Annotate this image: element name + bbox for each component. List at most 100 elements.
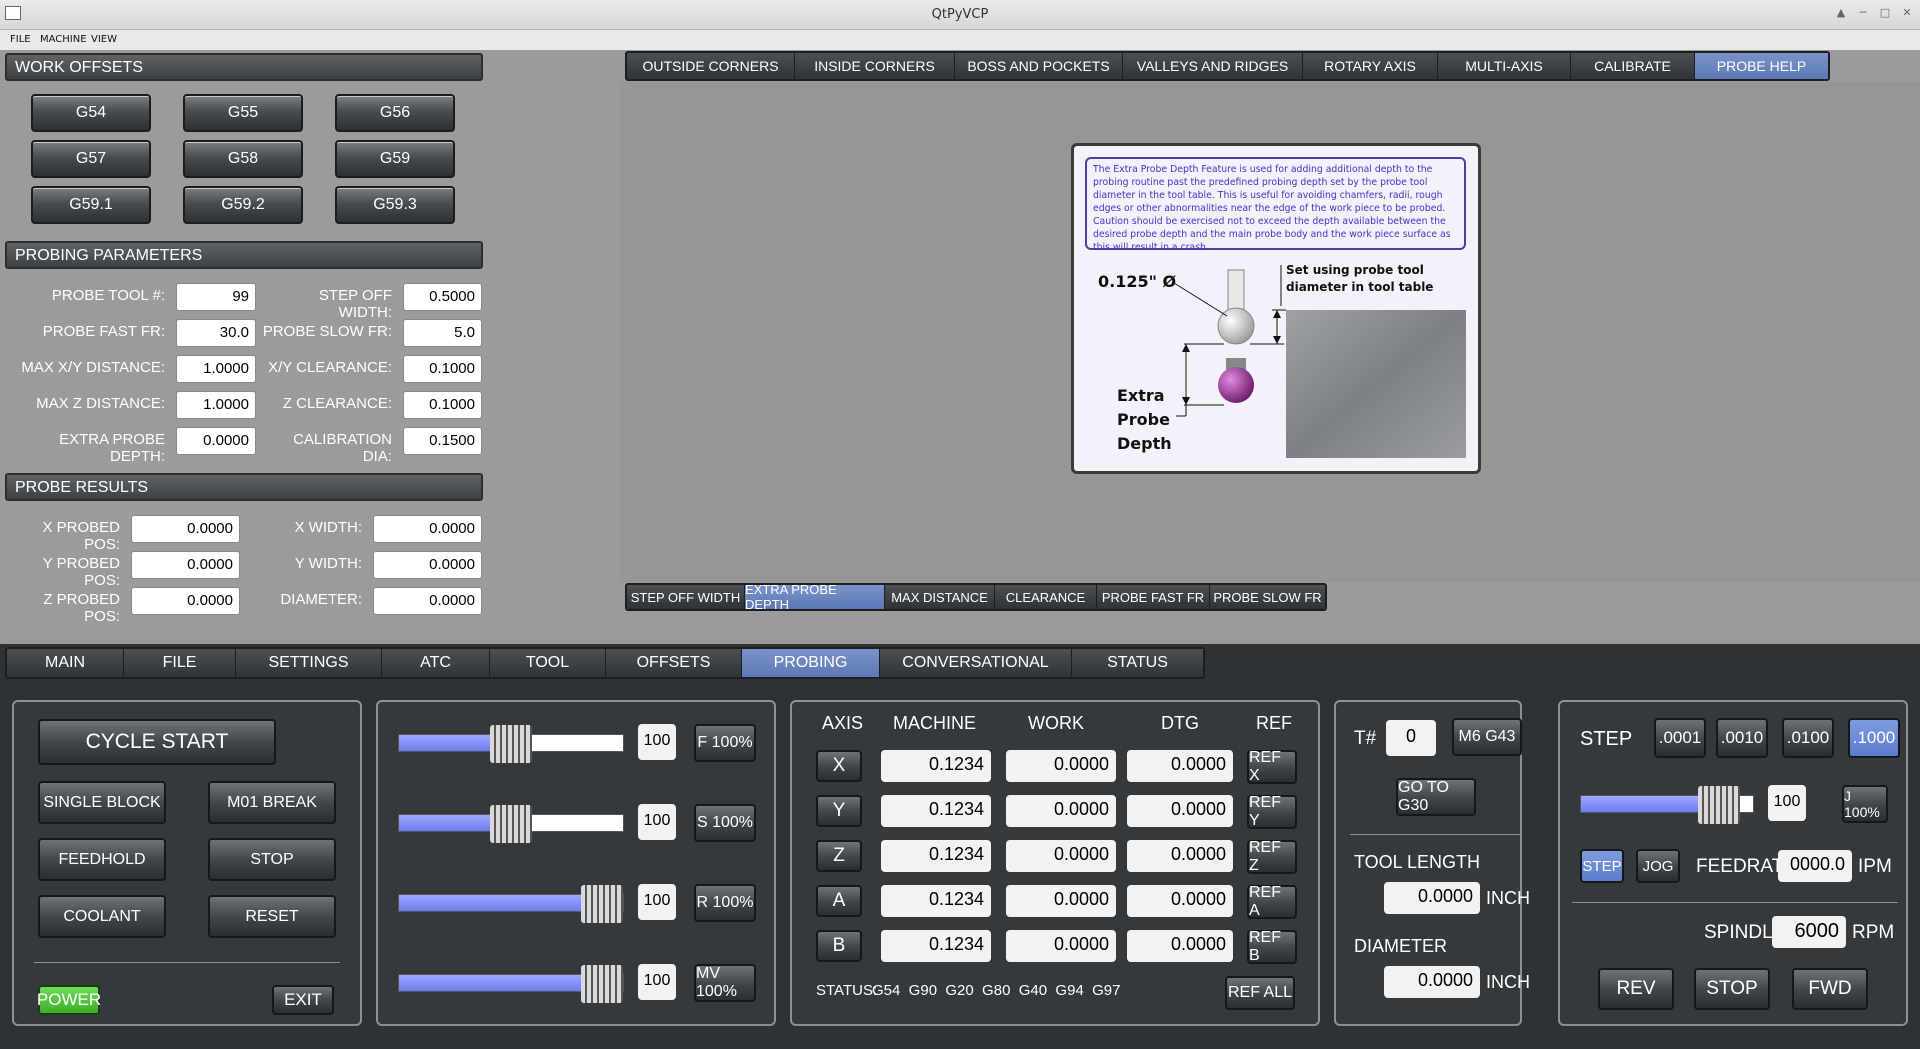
tab-conversational[interactable]: CONVERSATIONAL	[880, 649, 1072, 677]
step-off-width-field[interactable]: 0.5000	[403, 283, 482, 311]
reset-button[interactable]: RESET	[208, 895, 336, 938]
m6-g43-button[interactable]: M6 G43	[1452, 718, 1522, 756]
rapid-override-handle[interactable]	[581, 885, 623, 923]
ref-b-button[interactable]: REF B	[1247, 929, 1297, 964]
axis-a-button[interactable]: A	[816, 885, 862, 917]
jog-rate-slider[interactable]	[1580, 786, 1754, 824]
menu-view[interactable]: VIEW	[91, 34, 117, 45]
ref-all-button[interactable]: REF ALL	[1225, 976, 1295, 1010]
tab-max-distance[interactable]: MAX DISTANCE	[885, 585, 995, 609]
exit-button[interactable]: EXIT	[272, 985, 334, 1015]
rapid-override-slider[interactable]	[398, 885, 624, 923]
tab-settings[interactable]: SETTINGS	[236, 649, 382, 677]
probe-slow-fr-field[interactable]: 5.0	[403, 319, 482, 347]
ref-z-button[interactable]: REF Z	[1247, 839, 1297, 874]
close-icon[interactable]: ✕	[1900, 6, 1914, 20]
feed-override-handle[interactable]	[490, 725, 532, 763]
g58-button[interactable]: G58	[183, 140, 303, 178]
feed-override-button[interactable]: F 100%	[694, 724, 756, 762]
tab-extra-probe-depth[interactable]: EXTRA PROBE DEPTH	[745, 582, 885, 612]
max-velocity-handle[interactable]	[581, 965, 623, 1003]
tab-step-off-width[interactable]: STEP OFF WIDTH	[627, 585, 745, 609]
probe-tool-field[interactable]: 99	[176, 283, 256, 311]
spindle-stop-button[interactable]: STOP	[1694, 968, 1770, 1010]
tab-probe-fast-fr[interactable]: PROBE FAST FR	[1097, 585, 1210, 609]
ref-x-button[interactable]: REF X	[1247, 749, 1297, 784]
tab-inside-corners[interactable]: INSIDE CORNERS	[795, 53, 955, 79]
step-0100-button[interactable]: .0100	[1782, 718, 1834, 758]
g55-button[interactable]: G55	[183, 94, 303, 132]
tab-outside-corners[interactable]: OUTSIDE CORNERS	[627, 53, 795, 79]
tab-valleys-and-ridges[interactable]: VALLEYS AND RIDGES	[1123, 53, 1303, 79]
ref-y-button[interactable]: REF Y	[1247, 794, 1297, 829]
tab-file[interactable]: FILE	[124, 649, 236, 677]
tool-length-field[interactable]: 0.0000	[1384, 882, 1480, 914]
axis-b-button[interactable]: B	[816, 930, 862, 962]
step-1000-button[interactable]: .1000	[1848, 718, 1900, 758]
spindle-fwd-button[interactable]: FWD	[1792, 968, 1868, 1010]
menu-machine[interactable]: MACHINE	[40, 34, 87, 45]
g59-1-button[interactable]: G59.1	[31, 186, 151, 224]
tab-status[interactable]: STATUS	[1072, 649, 1203, 677]
g56-button[interactable]: G56	[335, 94, 455, 132]
cycle-start-button[interactable]: CYCLE START	[38, 719, 276, 765]
step-0001-button[interactable]: .0001	[1654, 718, 1706, 758]
spindle-override-handle[interactable]	[490, 805, 532, 843]
g59-3-button[interactable]: G59.3	[335, 186, 455, 224]
shade-icon[interactable]: ▲	[1834, 6, 1848, 20]
g59-button[interactable]: G59	[335, 140, 455, 178]
spindle-speed-field[interactable]: 6000	[1772, 916, 1846, 948]
extra-probe-depth-field[interactable]: 0.0000	[176, 427, 256, 455]
tab-calibrate[interactable]: CALIBRATE	[1571, 53, 1695, 79]
tab-main[interactable]: MAIN	[7, 649, 124, 677]
minimize-icon[interactable]: ─	[1856, 6, 1870, 20]
max-z-distance-field[interactable]: 1.0000	[176, 391, 256, 419]
coolant-button[interactable]: COOLANT	[38, 895, 166, 938]
tool-diameter-field[interactable]: 0.0000	[1384, 966, 1480, 998]
feedhold-button[interactable]: FEEDHOLD	[38, 838, 166, 881]
spindle-override-button[interactable]: S 100%	[694, 804, 756, 842]
tab-boss-and-pockets[interactable]: BOSS AND POCKETS	[955, 53, 1123, 79]
rapid-override-button[interactable]: R 100%	[694, 884, 756, 922]
probe-fast-fr-field[interactable]: 30.0	[176, 319, 256, 347]
power-button[interactable]: POWER	[37, 985, 101, 1015]
max-velocity-slider[interactable]	[398, 965, 624, 1003]
axis-y-button[interactable]: Y	[816, 795, 862, 827]
g59-2-button[interactable]: G59.2	[183, 186, 303, 224]
tab-clearance[interactable]: CLEARANCE	[995, 585, 1097, 609]
max-xy-distance-field[interactable]: 1.0000	[176, 355, 256, 383]
axis-x-button[interactable]: X	[816, 750, 862, 782]
tab-probe-help[interactable]: PROBE HELP	[1695, 53, 1828, 79]
z-clearance-field[interactable]: 0.1000	[403, 391, 482, 419]
tab-rotary-axis[interactable]: ROTARY AXIS	[1303, 53, 1438, 79]
feedrate-field[interactable]: 0000.0	[1778, 850, 1852, 882]
feed-override-slider[interactable]	[398, 725, 624, 763]
step-0010-button[interactable]: .0010	[1716, 718, 1768, 758]
tab-probing[interactable]: PROBING	[742, 649, 880, 677]
tab-atc[interactable]: ATC	[382, 649, 490, 677]
go-to-g30-button[interactable]: GO TO G30	[1396, 778, 1476, 816]
jog-mode-button[interactable]: JOG	[1636, 849, 1680, 883]
tab-multi-axis[interactable]: MULTI-AXIS	[1438, 53, 1571, 79]
tool-number-field[interactable]: 0	[1386, 720, 1436, 756]
g54-button[interactable]: G54	[31, 94, 151, 132]
step-mode-button[interactable]: STEP	[1580, 849, 1624, 883]
spindle-override-slider[interactable]	[398, 805, 624, 843]
ref-a-button[interactable]: REF A	[1247, 884, 1297, 919]
single-block-button[interactable]: SINGLE BLOCK	[38, 781, 166, 824]
tab-probe-slow-fr[interactable]: PROBE SLOW FR	[1210, 585, 1325, 609]
tab-offsets[interactable]: OFFSETS	[606, 649, 742, 677]
stop-button[interactable]: STOP	[208, 838, 336, 881]
menu-file[interactable]: FILE	[10, 34, 31, 45]
m01-break-button[interactable]: M01 BREAK	[208, 781, 336, 824]
g57-button[interactable]: G57	[31, 140, 151, 178]
axis-z-button[interactable]: Z	[816, 840, 862, 872]
calibration-dia-field[interactable]: 0.1500	[403, 427, 482, 455]
maximize-icon[interactable]: □	[1878, 6, 1892, 20]
spindle-rev-button[interactable]: REV	[1598, 968, 1674, 1010]
max-velocity-button[interactable]: MV 100%	[694, 964, 756, 1002]
jog-rate-button[interactable]: J 100%	[1842, 785, 1888, 823]
xy-clearance-field[interactable]: 0.1000	[403, 355, 482, 383]
jog-rate-handle[interactable]	[1697, 786, 1740, 824]
tab-tool[interactable]: TOOL	[490, 649, 606, 677]
